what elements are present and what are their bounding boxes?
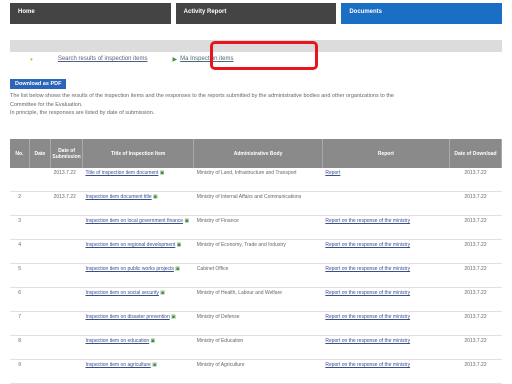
row-submission-date: 2013.7.22 (53, 194, 76, 200)
row-number: 7 (18, 314, 21, 320)
description-text: The list below shows the results of the … (10, 92, 502, 118)
row-number: 3 (18, 218, 21, 224)
tab-documents[interactable]: Documents (341, 3, 503, 24)
row-title-link[interactable]: Inspection item on education (86, 338, 150, 344)
table-row: 3 Inspection item on local government fin… (10, 215, 502, 240)
table-row: 2013.7.22 Title of inspection item docume… (10, 168, 502, 192)
row-number: 9 (18, 362, 21, 368)
row-download-date: 2013.7.22 (464, 362, 487, 368)
row-download-date: 2013.7.22 (464, 218, 487, 224)
table-row: 8 Inspection item on education ▣ Ministry … (10, 335, 502, 360)
row-number: 6 (18, 290, 21, 296)
row-report-link[interactable]: Report on the response of the ministry (325, 338, 410, 344)
triangle-icon: ▶ (172, 56, 178, 63)
table-header-row: No. Date Date of Submission Title of Ins… (10, 139, 502, 168)
table-row: 9 Inspection item on agriculture ▣ Ministr… (10, 359, 502, 384)
row-download-date: 2013.7.22 (464, 266, 487, 272)
document-icon[interactable]: ▣ (158, 170, 165, 176)
row-report-link[interactable]: Report on the response of the ministry (325, 314, 410, 320)
header-date: Date (29, 139, 52, 168)
row-admin-body: Ministry of Agriculture (196, 362, 245, 368)
search-results-link[interactable]: Search results of inspection items (58, 56, 148, 62)
header-no: No. (10, 139, 30, 168)
document-icon[interactable]: ▣ (152, 194, 158, 200)
row-title-link[interactable]: Inspection item document title (86, 194, 152, 200)
row-download-date: 2013.7.22 (464, 242, 487, 248)
row-submission-date: 2013.7.22 (53, 170, 76, 176)
header-title: Title of Inspection Item (82, 139, 195, 168)
desc-line-3: In principle, the responses are listed b… (10, 110, 155, 116)
row-download-date: 2013.7.22 (464, 290, 487, 296)
bullet-icon: • (30, 54, 33, 64)
row-admin-body: Ministry of Education (196, 338, 244, 344)
row-report-link[interactable]: Report on the response of the ministry (325, 242, 410, 248)
row-download-date: 2013.7.22 (464, 194, 487, 200)
row-admin-body: Ministry of Finance (196, 218, 239, 224)
highlight-box (210, 41, 318, 70)
document-icon[interactable]: ▣ (149, 338, 156, 344)
header-admin: Administrative Body (193, 139, 323, 168)
table-row: 6 Inspection item on social security ▣ Min… (10, 287, 502, 312)
document-icon[interactable]: ▣ (175, 242, 182, 248)
top-tab-bar: Home Activity Report Documents (10, 3, 503, 24)
document-icon[interactable]: ▣ (183, 218, 189, 224)
table-row: 2 2013.7.22 Inspection item document title… (10, 191, 502, 216)
desc-line-2: Committee for the Evaluation. (10, 101, 83, 108)
download-pdf-button[interactable]: Download as PDF (10, 79, 67, 89)
row-report-link[interactable]: Report on the response of the ministry (325, 266, 410, 272)
tab-activity-report[interactable]: Activity Report (175, 3, 337, 24)
row-number: 8 (18, 338, 21, 344)
row-title-link[interactable]: Inspection item on agriculture (86, 362, 151, 368)
header-submission: Date of Submission (50, 139, 84, 168)
document-icon[interactable]: ▣ (170, 314, 176, 320)
row-admin-body: Ministry of Defense (196, 314, 240, 320)
row-admin-body: Cabinet Office (196, 266, 229, 272)
row-admin-body: Ministry of Economy, Trade and Industry (196, 242, 286, 248)
table-row: 4 Inspection item on regional development… (10, 239, 502, 264)
document-icon[interactable]: ▣ (159, 290, 165, 296)
row-report-link[interactable]: Report on the response of the ministry (325, 362, 410, 368)
header-download: Date of Download (449, 139, 502, 168)
document-icon[interactable]: ▣ (151, 362, 157, 368)
row-title-link[interactable]: Inspection item on social security (86, 290, 159, 296)
row-download-date: 2013.7.22 (464, 314, 487, 320)
row-report-link[interactable]: Report on the response of the ministry (325, 290, 410, 296)
row-title-link[interactable]: Inspection item on local government fina… (86, 218, 184, 224)
table-row: 7 Inspection item on disaster prevention … (10, 311, 502, 336)
tab-home[interactable]: Home (10, 3, 171, 24)
row-number: 4 (18, 242, 21, 248)
row-download-date: 2013.7.22 (464, 170, 487, 176)
row-admin-body: Ministry of Internal Affairs and Communi… (196, 194, 302, 200)
row-admin-body: Ministry of Health, Labour and Welfare (196, 290, 283, 296)
row-download-date: 2013.7.22 (464, 338, 487, 344)
row-number: 5 (18, 266, 21, 272)
document-icon[interactable]: ▣ (174, 266, 180, 272)
row-report-link[interactable]: Report (325, 170, 340, 176)
row-title-link[interactable]: Inspection item on disaster prevention (86, 314, 170, 320)
table-row: 5 Inspection item on public works project… (10, 263, 502, 288)
header-report: Report (322, 139, 451, 168)
row-admin-body: Ministry of Land, Infrastructure and Tra… (196, 170, 297, 176)
row-title-link[interactable]: Inspection item on public works projects (86, 266, 174, 272)
row-title-link[interactable]: Inspection item on regional development (86, 242, 176, 248)
row-number: 2 (18, 194, 21, 200)
desc-line-1: The list below shows the results of the … (10, 93, 394, 99)
row-title-link[interactable]: Title of inspection item document (86, 170, 159, 176)
inspection-table: No. Date Date of Submission Title of Ins… (10, 139, 502, 384)
row-report-link[interactable]: Report on the response of the ministry (325, 218, 410, 224)
